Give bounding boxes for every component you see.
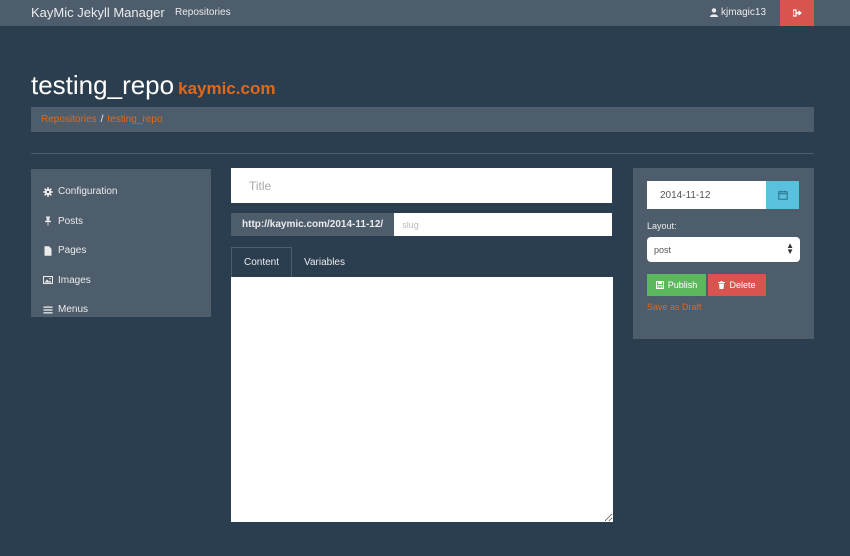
sidebar-item-label: Images (58, 274, 91, 286)
calendar-icon (777, 190, 788, 200)
breadcrumb-repositories[interactable]: Repositories (41, 114, 97, 125)
sign-out-icon (792, 9, 802, 17)
pushpin-icon (45, 216, 51, 226)
tab-variables[interactable]: Variables (292, 247, 357, 277)
editor-tabs: Content Variables (231, 247, 357, 277)
sidebar-item-pages[interactable]: Pages (31, 236, 211, 266)
publish-button[interactable]: Publish (647, 274, 706, 296)
save-draft-link[interactable]: Save as Draft (647, 302, 702, 312)
divider (31, 153, 814, 154)
sidebar-item-configuration[interactable]: Configuration (31, 177, 211, 207)
site-name: kaymic.com (178, 79, 276, 98)
sidebar-item-images[interactable]: Images (31, 266, 211, 296)
cog-icon (43, 187, 53, 197)
url-group: http://kaymic.com/2014-11-12/ (231, 213, 612, 236)
navbar: KayMic Jekyll Manager Repositories kjmag… (0, 0, 850, 26)
breadcrumb-separator: / (100, 114, 104, 125)
picture-icon (43, 276, 53, 285)
file-icon (44, 246, 52, 256)
layout-label: Layout: (647, 221, 677, 231)
delete-label: Delete (729, 280, 756, 290)
breadcrumb: Repositories / testing_repo (31, 107, 814, 132)
date-input[interactable] (647, 181, 766, 209)
calendar-button[interactable] (766, 181, 799, 209)
brand-link[interactable]: KayMic Jekyll Manager (31, 5, 165, 20)
logout-button[interactable] (780, 0, 814, 26)
title-input[interactable] (231, 168, 612, 203)
breadcrumb-current[interactable]: testing_repo (107, 114, 162, 125)
content-textarea[interactable] (231, 277, 613, 522)
url-prefix: http://kaymic.com/2014-11-12/ (231, 213, 395, 236)
floppy-icon (655, 281, 664, 289)
repo-name: testing_repo (31, 70, 175, 100)
tab-content[interactable]: Content (231, 247, 293, 277)
publish-panel: Layout: post ▲▼ Publish Delete Save as D… (633, 168, 814, 339)
user-menu[interactable]: kjmagic13 (710, 7, 766, 18)
publish-label: Publish (667, 280, 698, 290)
select-arrows-icon: ▲ ▼ (786, 241, 794, 256)
sidebar-item-label: Posts (58, 215, 84, 227)
sidebar-item-label: Menus (58, 304, 89, 316)
sidebar-item-menus[interactable]: Menus (31, 295, 211, 325)
list-icon (43, 306, 53, 314)
layout-value: post (654, 244, 672, 255)
slug-input[interactable] (394, 213, 612, 236)
sidebar-item-label: Pages (58, 245, 87, 257)
sidebar: Configuration Posts Pages Images Menus (31, 169, 211, 317)
nav-repositories-link[interactable]: Repositories (175, 7, 231, 18)
sidebar-item-posts[interactable]: Posts (31, 207, 211, 237)
page-title: testing_repo kaymic.com (31, 70, 275, 101)
user-icon (710, 8, 718, 17)
trash-icon (718, 281, 726, 289)
layout-select[interactable]: post ▲ ▼ (647, 237, 800, 262)
delete-button[interactable]: Delete (708, 274, 766, 296)
username: kjmagic13 (721, 7, 767, 18)
sidebar-item-label: Configuration (58, 186, 118, 198)
